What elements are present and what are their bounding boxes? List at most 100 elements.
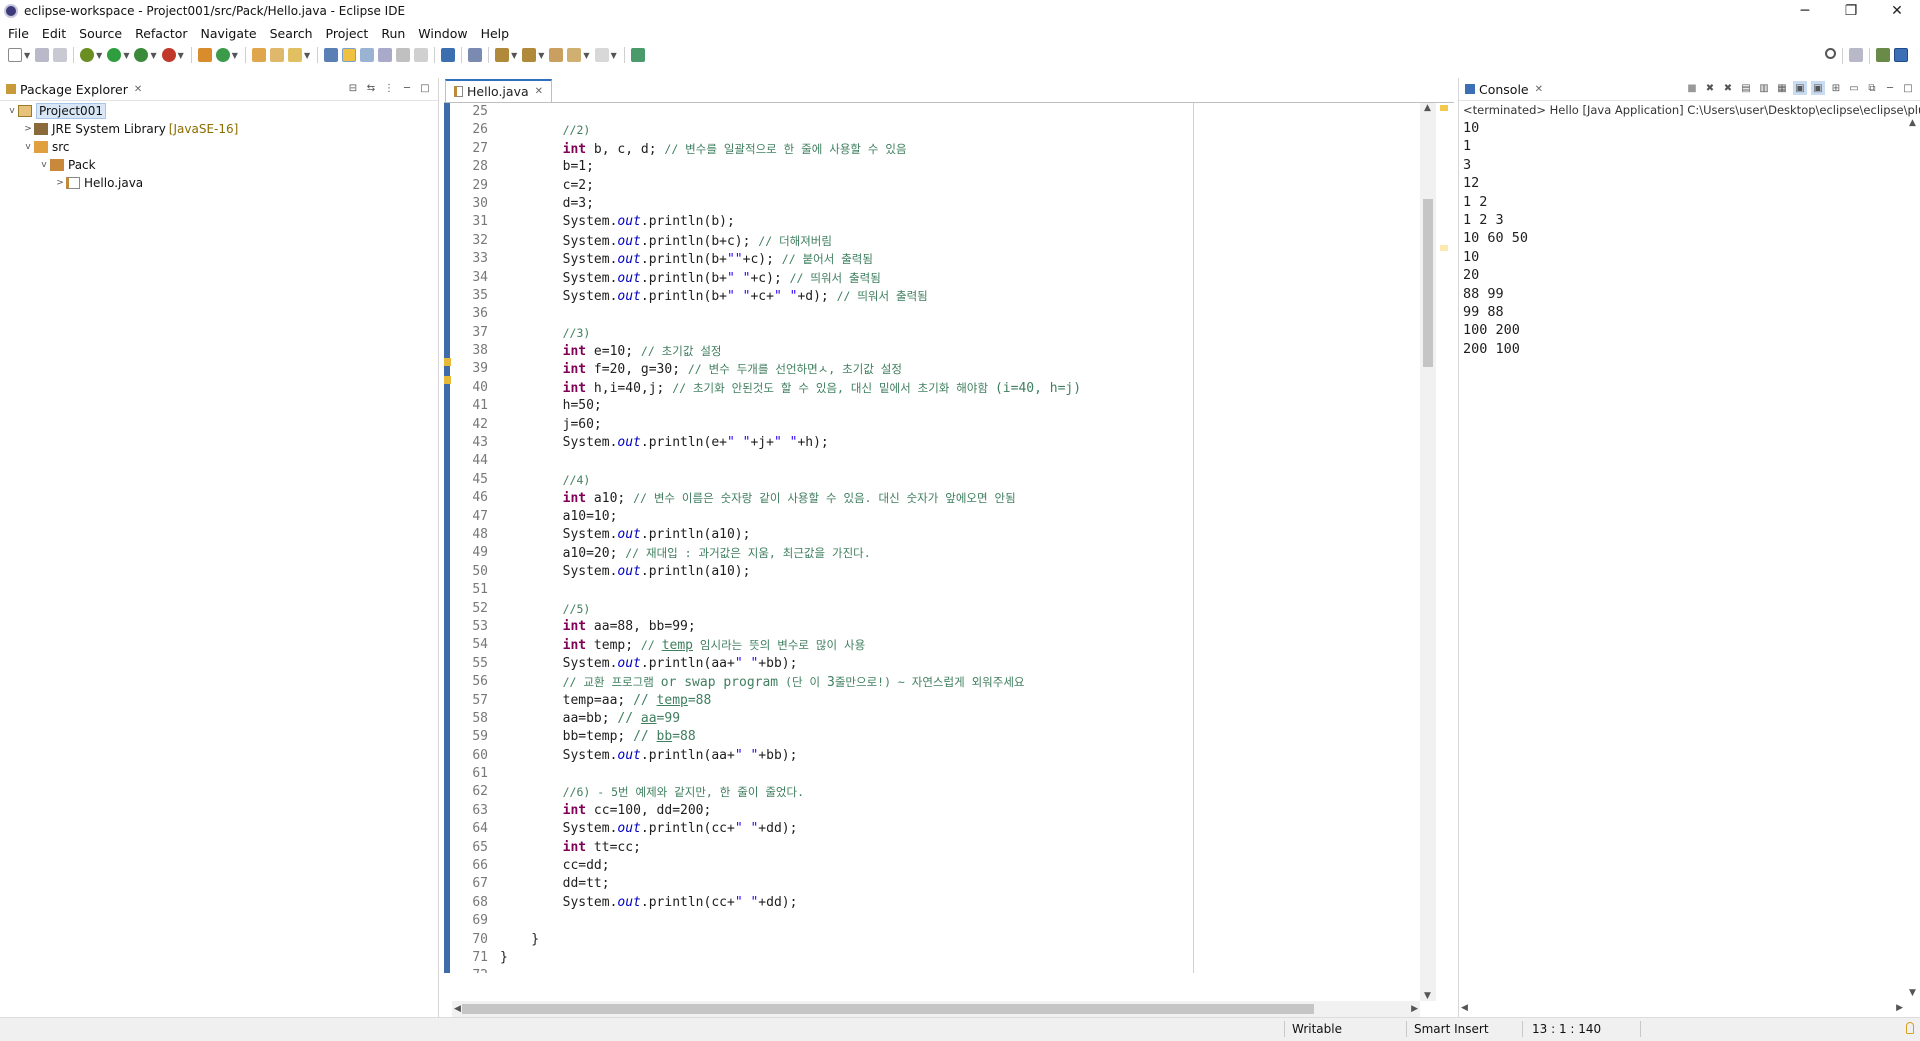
code-line[interactable]: 63 int cc=100, dd=200; [452, 802, 1414, 820]
skip-breakpoints-icon[interactable] [468, 48, 483, 62]
next-annotation-dropdown-icon[interactable]: ▼ [511, 51, 517, 60]
code-line[interactable]: 34 System.out.println(b+" "+c); // 띄워서 출… [452, 269, 1414, 287]
external-tools-icon[interactable] [161, 48, 176, 62]
maximize-view-icon[interactable]: □ [1901, 81, 1915, 95]
code-line[interactable]: 46 int a10; // 변수 이름은 숫자랑 같이 사용할 수 있음. 대… [452, 489, 1414, 507]
close-icon[interactable]: ✕ [134, 84, 142, 95]
menu-navigate[interactable]: Navigate [193, 26, 262, 41]
filter-icon[interactable]: ⋮ [382, 81, 396, 95]
code-line[interactable]: 26 //2) [452, 121, 1414, 139]
back-dropdown-icon[interactable]: ▼ [583, 51, 589, 60]
code-line[interactable]: 37 //3) [452, 324, 1414, 342]
scroll-down-icon[interactable]: ▼ [1424, 991, 1431, 1001]
menu-refactor[interactable]: Refactor [127, 26, 192, 41]
external-tools-dropdown-icon[interactable]: ▼ [178, 51, 184, 60]
scroll-left-icon[interactable]: ◀ [454, 1004, 461, 1014]
code-line[interactable]: 49 a10=20; // 재대입 : 과거값은 지움, 최근값을 가진다. [452, 544, 1414, 562]
scroll-down-icon[interactable]: ▼ [1909, 988, 1916, 998]
chevron-right-icon[interactable]: > [54, 178, 66, 188]
close-button[interactable]: ✕ [1874, 0, 1920, 22]
code-line[interactable]: 27 int b, c, d; // 변수를 일괄적으로 한 줄에 사용할 수 … [452, 140, 1414, 158]
menu-edit[interactable]: Edit [34, 26, 71, 41]
code-line[interactable]: 43 System.out.println(e+" "+j+" "+h); [452, 434, 1414, 452]
scrollbar-thumb[interactable] [1423, 199, 1433, 367]
maximize-view-icon[interactable]: □ [418, 81, 432, 95]
terminate-icon[interactable]: ■ [1685, 81, 1699, 95]
code-line[interactable]: 47 a10=10; [452, 508, 1414, 526]
code-line[interactable]: 66 cc=dd; [452, 857, 1414, 875]
toggle-breadcrumb-icon[interactable] [324, 48, 339, 62]
word-wrap-icon[interactable]: ▦ [1775, 81, 1789, 95]
new-icon[interactable] [8, 48, 22, 62]
code-line[interactable]: 62 //6) - 5번 예제와 같지만, 한 줄이 줄었다. [452, 783, 1414, 801]
code-line[interactable]: 33 System.out.println(b+""+c); // 붙어서 출력… [452, 250, 1414, 268]
menu-run[interactable]: Run [373, 26, 410, 41]
tree-item-pack[interactable]: v Pack [0, 156, 438, 174]
close-icon[interactable]: ✕ [1535, 84, 1543, 95]
code-line[interactable]: 60 System.out.println(aa+" "+bb); [452, 747, 1414, 765]
next-annotation-icon[interactable] [495, 48, 510, 62]
block-selection-icon[interactable] [378, 48, 393, 62]
debug-icon[interactable] [80, 48, 95, 62]
coverage-icon[interactable] [134, 48, 149, 62]
code-line[interactable]: 59 bb=temp; // bb=88 [452, 728, 1414, 746]
new-dropdown-icon[interactable]: ▼ [24, 51, 30, 60]
new-class-dropdown-icon[interactable]: ▼ [232, 51, 238, 60]
tree-item-hello-java[interactable]: > Hello.java [0, 174, 438, 192]
forward-icon[interactable] [594, 48, 609, 62]
back-icon[interactable] [567, 48, 582, 62]
open-perspective-icon[interactable] [1849, 48, 1863, 62]
scroll-lock-icon[interactable]: ▥ [1757, 81, 1771, 95]
status-cursor-position[interactable]: 13 : 1 : 140 [1532, 1022, 1601, 1036]
console-vertical-scrollbar[interactable]: ▲ ▼ [1905, 118, 1920, 998]
mark-occurrences-icon[interactable] [342, 48, 357, 62]
save-icon[interactable] [35, 48, 50, 62]
word-wrap-icon[interactable] [360, 48, 375, 62]
code-line[interactable]: 64 System.out.println(cc+" "+dd); [452, 820, 1414, 838]
scroll-up-icon[interactable]: ▲ [1424, 103, 1431, 113]
chevron-down-icon[interactable]: v [6, 106, 18, 116]
pilcrow-icon[interactable] [414, 48, 429, 62]
code-line[interactable]: 69 [452, 912, 1414, 930]
scroll-up-icon[interactable]: ▲ [1909, 118, 1916, 128]
code-line[interactable]: 52 //5) [452, 600, 1414, 618]
terminal-icon[interactable] [441, 48, 456, 62]
code-line[interactable]: 30 d=3; [452, 195, 1414, 213]
menu-file[interactable]: File [0, 26, 34, 41]
code-line[interactable]: 58 aa=bb; // aa=99 [452, 710, 1414, 728]
code-line[interactable]: 32 System.out.println(b+c); // 더해져버림 [452, 232, 1414, 250]
tree-item-jre-system-library[interactable]: > JRE System Library [JavaSE-16] [0, 120, 438, 138]
tree-item-src[interactable]: v src [0, 138, 438, 156]
code-line[interactable]: 71} [452, 949, 1414, 967]
search-tool-icon[interactable] [287, 48, 302, 62]
code-line[interactable]: 68 System.out.println(cc+" "+dd); [452, 894, 1414, 912]
code-line[interactable]: 41 h=50; [452, 397, 1414, 415]
restore-button[interactable]: ❐ [1828, 0, 1874, 22]
code-line[interactable]: 72 [452, 967, 1414, 973]
debug-perspective-icon[interactable] [1876, 48, 1890, 62]
collapse-all-icon[interactable]: ⊟ [346, 81, 360, 95]
code-line[interactable]: 28 b=1; [452, 158, 1414, 176]
remove-all-terminated-icon[interactable]: ✖ [1721, 81, 1735, 95]
code-line[interactable]: 51 [452, 581, 1414, 599]
coverage-dropdown-icon[interactable]: ▼ [150, 51, 156, 60]
java-perspective-icon[interactable] [1894, 48, 1908, 62]
code-line[interactable]: 45 //4) [452, 471, 1414, 489]
code-line[interactable]: 50 System.out.println(a10); [452, 563, 1414, 581]
code-line[interactable]: 25 [452, 103, 1414, 121]
last-edit-location-icon[interactable] [549, 48, 564, 62]
previous-annotation-dropdown-icon[interactable]: ▼ [538, 51, 544, 60]
menu-project[interactable]: Project [318, 26, 374, 41]
menu-search[interactable]: Search [262, 26, 318, 41]
overview-marker-icon[interactable] [1440, 105, 1448, 111]
open-type-icon[interactable] [251, 48, 266, 62]
pin-console-icon[interactable]: ⊞ [1829, 81, 1843, 95]
link-with-editor-icon[interactable]: ⇆ [364, 81, 378, 95]
code-line[interactable]: 54 int temp; // temp 임시라는 뜻의 변수로 많이 사용 [452, 636, 1414, 654]
code-line[interactable]: 44 [452, 452, 1414, 470]
status-insert-mode[interactable]: Smart Insert [1414, 1022, 1489, 1036]
overview-marker-icon[interactable] [1440, 245, 1448, 251]
editor-horizontal-scrollbar[interactable]: ◀ ▶ [452, 1001, 1420, 1017]
code-line[interactable]: 55 System.out.println(aa+" "+bb); [452, 655, 1414, 673]
code-editor[interactable]: 25 26 //2) 27 int b, c, d; // 변수를 일괄적으로 한 … [452, 103, 1414, 973]
